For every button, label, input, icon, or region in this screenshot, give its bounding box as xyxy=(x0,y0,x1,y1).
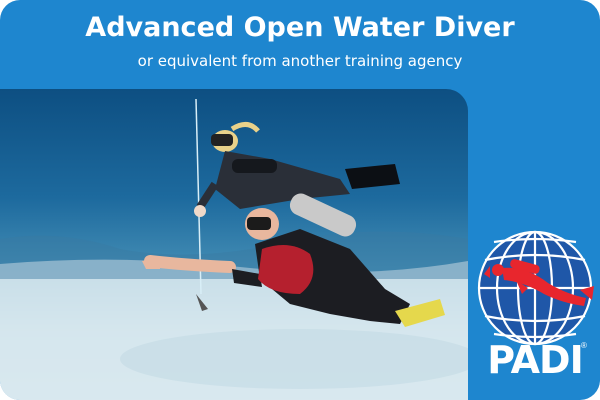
photo-illustration xyxy=(0,98,468,400)
underwater-divers-photo xyxy=(0,89,468,400)
card-title: Advanced Open Water Diver xyxy=(85,12,515,43)
registered-mark: ® xyxy=(581,341,587,350)
fin xyxy=(345,164,400,189)
certification-card: Advanced Open Water Diver or equivalent … xyxy=(0,0,600,400)
card-subtitle: or equivalent from another training agen… xyxy=(137,52,463,70)
padi-wordmark: PADI xyxy=(487,338,583,382)
